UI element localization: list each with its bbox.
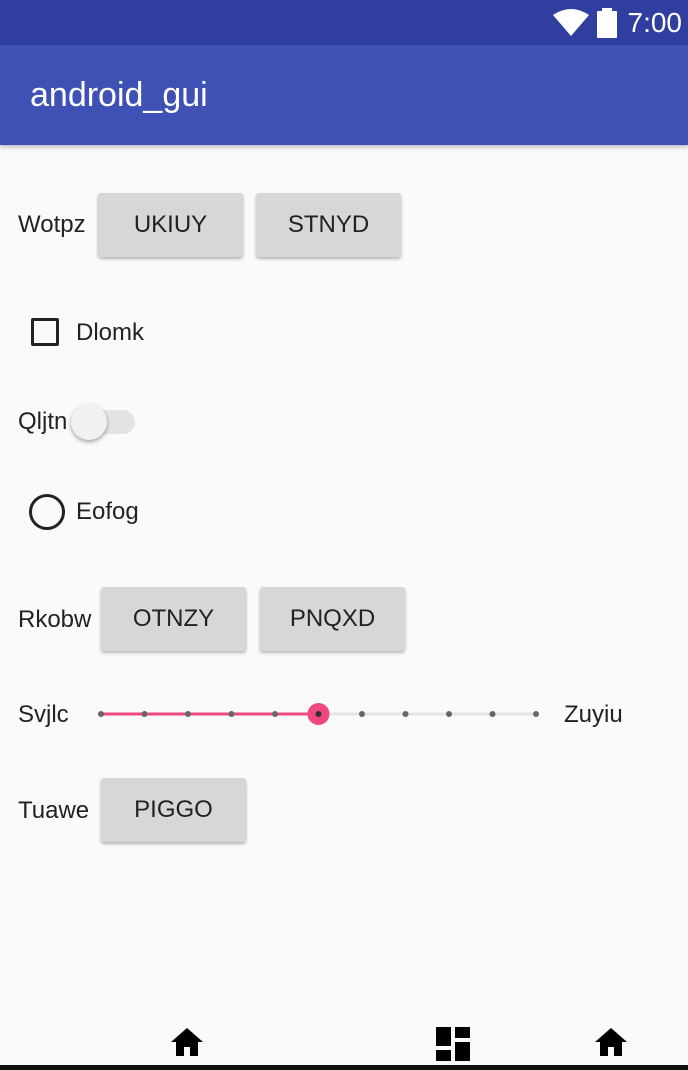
seekbar-tick (141, 711, 148, 717)
status-bar: 7:00 (0, 0, 688, 45)
radio-label: Eofog (76, 498, 139, 525)
seekbar-tick (489, 711, 496, 717)
battery-icon (597, 8, 617, 38)
pnqxd-button[interactable]: PNQXD (260, 587, 405, 651)
seekbar-thumb-dot (315, 711, 322, 717)
piggo-button[interactable]: PIGGO (101, 778, 246, 842)
radio-circle[interactable] (29, 494, 65, 530)
seekbar-tick (185, 711, 191, 717)
seekbar-left-label: Svjlc (18, 701, 69, 728)
seekbar-tick (98, 711, 104, 717)
row1-label: Wotpz (18, 211, 86, 238)
navigation-bar (0, 1015, 688, 1070)
row2-label: Rkobw (18, 606, 92, 633)
ukiuy-button[interactable]: UKIUY (98, 193, 243, 257)
app-title: android_gui (30, 76, 208, 114)
switch-label: Qljtn (18, 408, 68, 435)
discrete-seekbar[interactable] (90, 698, 550, 730)
wifi-icon (553, 9, 589, 36)
switch-thumb[interactable] (71, 404, 107, 440)
checkbox-box[interactable] (31, 318, 59, 346)
status-time: 7:00 (627, 7, 683, 38)
home-icon[interactable] (594, 1027, 628, 1057)
seekbar-tick (402, 711, 409, 717)
nav-bar-divider (0, 1065, 688, 1070)
stnyd-button[interactable]: STNYD (256, 193, 401, 257)
seekbar-tick (359, 711, 365, 717)
checkbox-label: Dlomk (76, 319, 145, 346)
seekbar-tick (272, 711, 278, 717)
app-bar: android_gui (0, 45, 688, 145)
seekbar-tick (446, 711, 452, 717)
seekbar-tick (533, 711, 539, 717)
dashboard-icon[interactable] (436, 1027, 470, 1061)
home-icon[interactable] (170, 1027, 204, 1057)
row3-label: Tuawe (18, 797, 90, 824)
seekbar-right-label: Zuyiu (564, 701, 623, 728)
seekbar-tick (228, 711, 235, 717)
otnzy-button[interactable]: OTNZY (101, 587, 246, 651)
